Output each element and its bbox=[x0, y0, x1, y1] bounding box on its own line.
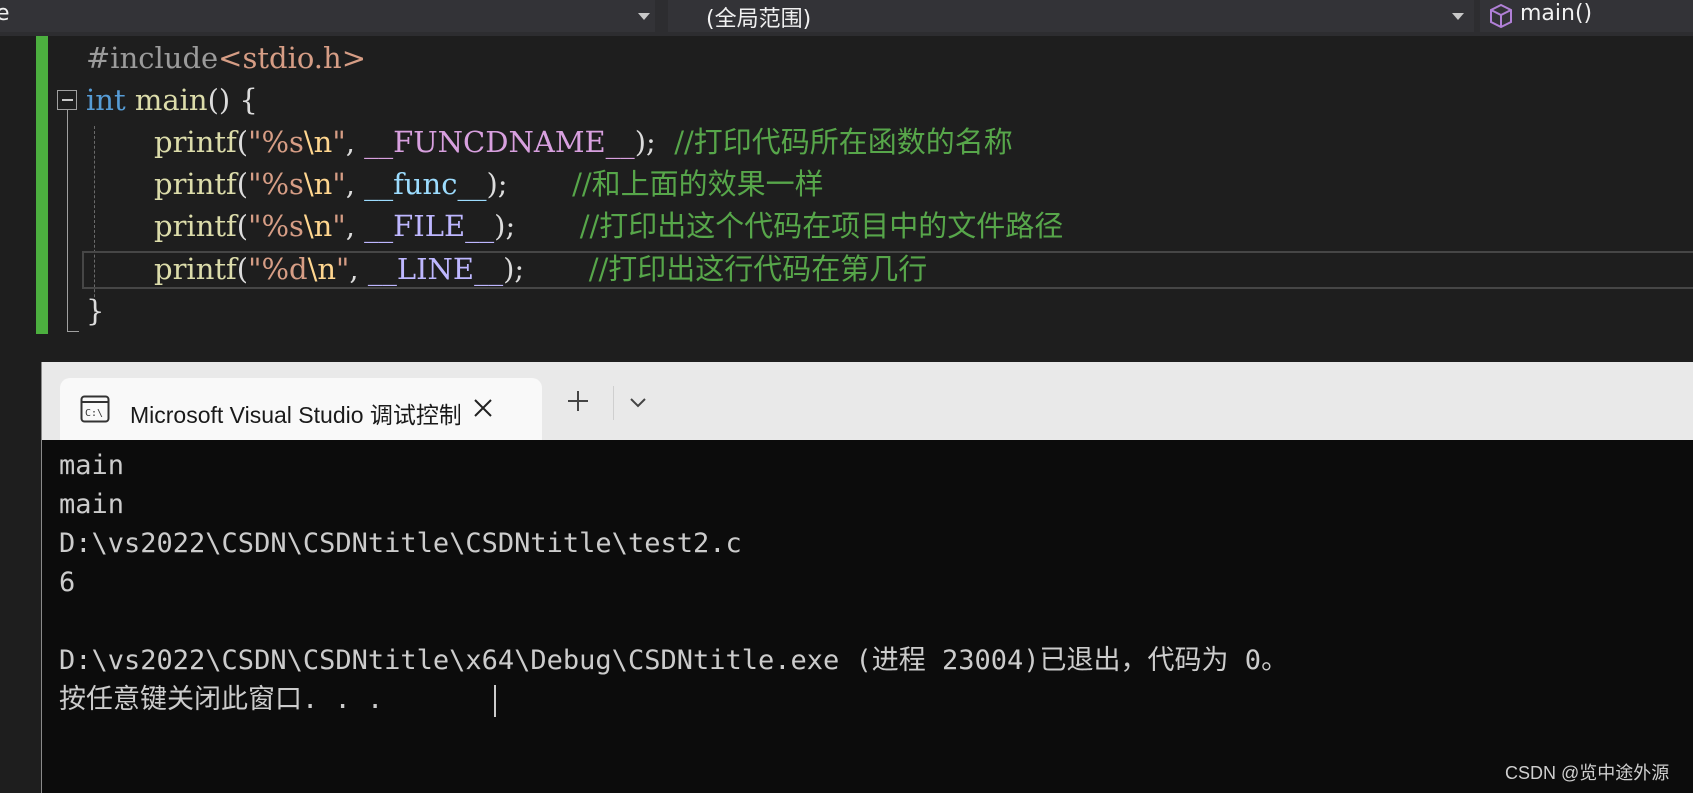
code-token: " bbox=[332, 167, 346, 201]
code-token: , bbox=[345, 125, 365, 159]
code-token: , bbox=[345, 209, 365, 243]
code-token: , bbox=[345, 167, 365, 201]
console-output-line: 6 bbox=[59, 567, 76, 598]
code-token: " bbox=[332, 125, 346, 159]
console-output-line: 按任意键关闭此窗口. . . bbox=[59, 684, 384, 715]
code-token: <stdio.h> bbox=[218, 41, 366, 75]
code-token: " bbox=[336, 252, 350, 286]
terminal-icon: C:\ bbox=[80, 395, 110, 423]
console-output-line: main bbox=[59, 489, 125, 520]
code-token: ); bbox=[486, 167, 573, 201]
code-line-5[interactable]: printf("%s\n", __FILE__); //打印出这个代码在项目中的… bbox=[154, 205, 1063, 247]
code-token: , bbox=[349, 252, 368, 286]
code-token: () { bbox=[207, 83, 258, 117]
close-icon[interactable] bbox=[471, 396, 495, 420]
change-tracking-bar bbox=[36, 36, 48, 334]
caret-down-icon bbox=[1452, 13, 1464, 20]
code-token: \n bbox=[307, 252, 337, 286]
code-token: int bbox=[86, 83, 126, 117]
code-token: } bbox=[86, 294, 105, 328]
editor-navigation-bar: e (全局范围) main() bbox=[0, 0, 1693, 36]
console-tab[interactable]: C:\ Microsoft Visual Studio 调试控制台 bbox=[60, 378, 542, 440]
outline-guide-end bbox=[67, 331, 79, 332]
project-dropdown[interactable]: e bbox=[0, 0, 655, 32]
code-token: __LINE__ bbox=[367, 252, 504, 286]
code-token: ); bbox=[503, 252, 589, 286]
scope-dropdown[interactable]: (全局范围) bbox=[668, 0, 1474, 32]
code-line-2[interactable]: int main() { bbox=[86, 79, 258, 121]
method-cube-icon bbox=[1490, 3, 1512, 29]
function-dropdown[interactable]: main() bbox=[1480, 0, 1693, 32]
debug-console-window: C:\ Microsoft Visual Studio 调试控制台 main m… bbox=[41, 362, 1693, 793]
code-token: #include bbox=[86, 41, 219, 75]
collapse-toggle-icon[interactable] bbox=[57, 90, 77, 110]
console-tab-title: Microsoft Visual Studio 调试控制台 bbox=[130, 402, 460, 428]
code-line-6[interactable]: printf("%d\n", __LINE__); //打印出这行代码在第几行 bbox=[154, 248, 927, 290]
code-token: printf bbox=[154, 252, 237, 286]
code-token: printf bbox=[154, 167, 237, 201]
code-token: \n bbox=[303, 167, 333, 201]
console-output-line: D:\vs2022\CSDN\CSDNtitle\x64\Debug\CSDNt… bbox=[59, 645, 1289, 676]
console-output-line: D:\vs2022\CSDN\CSDNtitle\CSDNtitle\test2… bbox=[59, 528, 742, 559]
project-dropdown-value: e bbox=[0, 1, 10, 26]
outline-guide bbox=[67, 110, 68, 332]
scope-dropdown-value: (全局范围) bbox=[706, 7, 812, 32]
code-token: ( bbox=[236, 209, 249, 243]
code-token: __func__ bbox=[364, 167, 487, 201]
code-token: ( bbox=[236, 252, 249, 286]
code-token: \n bbox=[303, 125, 333, 159]
svg-text:C:\: C:\ bbox=[85, 408, 103, 419]
code-token: "%s bbox=[248, 125, 304, 159]
watermark: CSDN @览中途外源 bbox=[1505, 763, 1670, 783]
console-output-line: main bbox=[59, 450, 125, 481]
caret-down-icon bbox=[638, 13, 650, 20]
code-token: //打印出这个代码在项目中的文件路径 bbox=[579, 209, 1064, 243]
code-token: \n bbox=[303, 209, 333, 243]
code-token: __FILE__ bbox=[364, 209, 495, 243]
code-token: ); bbox=[494, 209, 580, 243]
code-line-3[interactable]: printf("%s\n", __FUNCDNAME__); //打印代码所在函… bbox=[154, 121, 1013, 163]
code-token: //打印出这行代码在第几行 bbox=[588, 252, 928, 286]
text-cursor bbox=[494, 685, 496, 717]
code-token: main bbox=[134, 83, 208, 117]
code-token: printf bbox=[154, 125, 237, 159]
console-output[interactable]: main main D:\vs2022\CSDN\CSDNtitle\CSDNt… bbox=[42, 440, 1693, 793]
code-editor[interactable]: #include<stdio.h> int main() { printf("%… bbox=[0, 36, 1693, 360]
code-token: ( bbox=[236, 167, 249, 201]
code-token: "%d bbox=[248, 252, 308, 286]
console-titlebar: C:\ Microsoft Visual Studio 调试控制台 bbox=[42, 362, 1693, 440]
code-token: "%s bbox=[248, 167, 304, 201]
code-token: //打印代码所在函数的名称 bbox=[674, 125, 1013, 159]
chevron-down-icon[interactable] bbox=[628, 396, 648, 410]
code-token: //和上面的效果一样 bbox=[572, 167, 824, 201]
code-token: ( bbox=[236, 125, 249, 159]
code-line-4[interactable]: printf("%s\n", __func__); //和上面的效果一样 bbox=[154, 163, 824, 205]
tab-separator bbox=[613, 386, 614, 420]
code-token: printf bbox=[154, 209, 237, 243]
code-token: " bbox=[332, 209, 346, 243]
code-line-1[interactable]: #include<stdio.h> bbox=[86, 37, 366, 79]
function-dropdown-value: main() bbox=[1520, 1, 1593, 26]
code-token: __FUNCDNAME__ bbox=[364, 125, 635, 159]
plus-icon[interactable] bbox=[567, 390, 589, 412]
code-token: "%s bbox=[248, 209, 304, 243]
code-token: ); bbox=[634, 125, 675, 159]
screen: e (全局范围) main() #include<stdio.h> int ma… bbox=[0, 0, 1693, 793]
code-line-7[interactable]: } bbox=[86, 290, 104, 332]
